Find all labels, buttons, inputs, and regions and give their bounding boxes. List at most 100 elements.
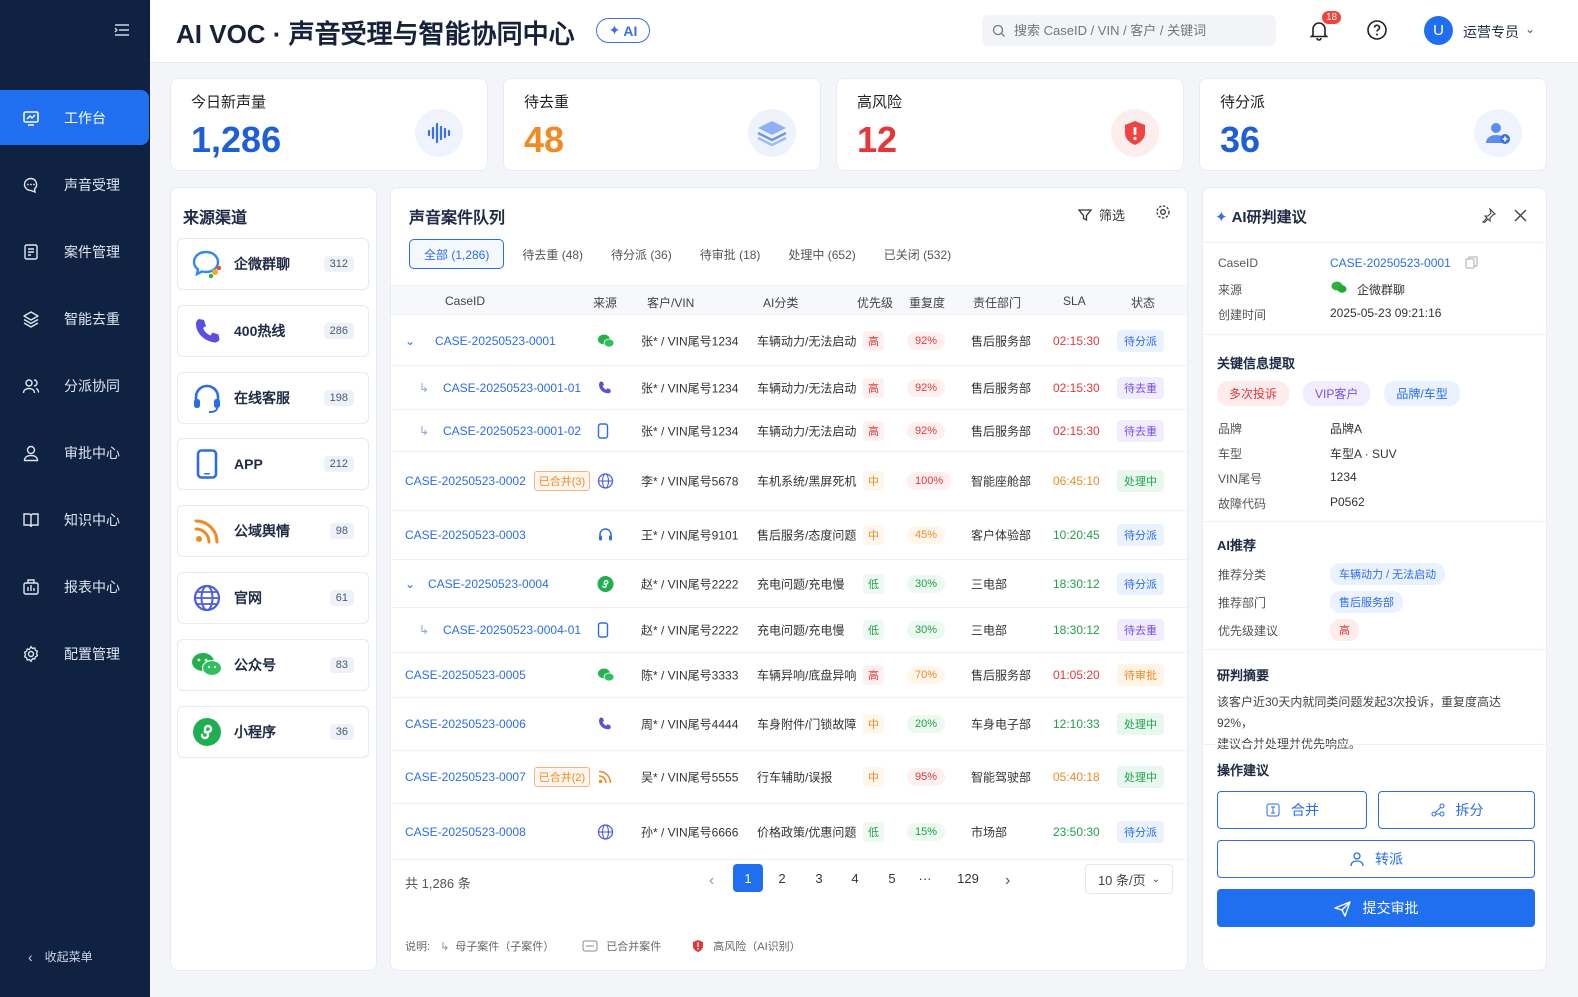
table-row[interactable]: CASE-20250523-0005 陈* / VIN尾号3333 车辆异响/底盘异… bbox=[391, 653, 1187, 698]
total-count: 共 1,286 条 bbox=[405, 876, 471, 891]
tab-3[interactable]: 待审批 (18) bbox=[686, 239, 775, 269]
stat-card[interactable]: 今日新声量 1,286 bbox=[170, 78, 488, 171]
help-icon[interactable] bbox=[1366, 19, 1388, 41]
channel-item[interactable]: APP 212 bbox=[177, 438, 369, 491]
case-id-link[interactable]: CASE-20250523-0007 bbox=[405, 770, 526, 784]
tab-5[interactable]: 已关闭 (532) bbox=[870, 239, 965, 269]
duplication-cell: 45% bbox=[907, 526, 946, 544]
page-1[interactable]: 2 bbox=[771, 864, 793, 892]
split-button[interactable]: 拆分 bbox=[1378, 791, 1535, 829]
table-row[interactable]: CASE-20250523-0006 周* / VIN尾号4444 车身附件/门锁故… bbox=[391, 698, 1187, 751]
channel-item[interactable]: 400热线 286 bbox=[177, 304, 369, 357]
status-badge: 待去重 bbox=[1117, 619, 1164, 641]
page-size-select[interactable]: 10 条/页 ⌄ bbox=[1085, 864, 1173, 894]
case-id-link[interactable]: CASE-20250523-0003 bbox=[405, 528, 526, 542]
table-row[interactable]: CASE-20250523-0007 已合并(2) 吴* / VIN尾号5555 行车… bbox=[391, 751, 1187, 804]
transfer-button[interactable]: 转派 bbox=[1217, 840, 1535, 878]
sidebar-item-0[interactable]: 工作台 bbox=[0, 90, 149, 145]
chevron-down-icon[interactable]: ⌄ bbox=[405, 334, 415, 348]
menu-toggle-icon[interactable] bbox=[112, 20, 132, 40]
collapse-menu-button[interactable]: ‹ 收起菜单 bbox=[28, 948, 93, 965]
table-row[interactable]: ↳ CASE-20250523-0001-01 张* / VIN尾号1234 车辆动力… bbox=[391, 366, 1187, 410]
tab-1[interactable]: 待去重 (48) bbox=[508, 239, 597, 269]
gear-icon[interactable] bbox=[1155, 204, 1171, 220]
duplication-cell: 92% bbox=[907, 378, 946, 397]
channel-item[interactable]: 小程序 36 bbox=[177, 705, 369, 758]
merge-button[interactable]: 合并 bbox=[1217, 791, 1367, 829]
sidebar-item-7[interactable]: 报表中心 bbox=[0, 559, 150, 614]
stat-card[interactable]: 待分派 36 bbox=[1199, 78, 1547, 171]
table-row[interactable]: ⌄ CASE-20250523-0001 张* / VIN尾号1234 车辆动力/无法… bbox=[391, 316, 1187, 366]
avatar[interactable]: U bbox=[1424, 16, 1453, 45]
status-badge: 处理中 bbox=[1117, 713, 1164, 735]
mobile-icon bbox=[597, 622, 609, 638]
filter-button[interactable]: 筛选 bbox=[1077, 205, 1125, 224]
case-id-link[interactable]: CASE-20250523-0008 bbox=[405, 825, 526, 839]
page-4[interactable]: 5 bbox=[881, 864, 903, 892]
case-id-link[interactable]: CASE-20250523-0006 bbox=[405, 717, 526, 731]
case-id-link[interactable]: CASE-20250523-0001 bbox=[435, 334, 556, 348]
sidebar-item-1[interactable]: 声音受理 bbox=[0, 157, 150, 212]
stat-card[interactable]: 待去重 48 bbox=[503, 78, 821, 171]
case-id-link[interactable]: CASE-20250523-0002 bbox=[405, 474, 526, 488]
sidebar-item-label: 分派协同 bbox=[64, 377, 120, 394]
sidebar-item-5[interactable]: 审批中心 bbox=[0, 425, 150, 480]
prev-page-icon[interactable]: ‹ bbox=[709, 872, 714, 890]
tab-2[interactable]: 待分派 (36) bbox=[597, 239, 686, 269]
recommend-value: 高 bbox=[1330, 619, 1359, 641]
wechat-icon bbox=[597, 668, 615, 683]
case-id-link[interactable]: CASE-20250523-0005 bbox=[405, 668, 526, 682]
chevron-down-icon[interactable]: ⌄ bbox=[1525, 22, 1535, 36]
sidebar-item-2[interactable]: 案件管理 bbox=[0, 224, 150, 279]
source-label: 来源 bbox=[1218, 283, 1243, 297]
user-name[interactable]: 运营专员 bbox=[1463, 22, 1519, 42]
case-id-link[interactable]: CASE-20250523-0004-01 bbox=[443, 623, 581, 637]
close-icon[interactable] bbox=[1514, 209, 1527, 222]
tab-0[interactable]: 全部 (1,286) bbox=[409, 239, 505, 269]
channel-item[interactable]: 公众号 83 bbox=[177, 638, 369, 691]
status-badge: 待去重 bbox=[1117, 376, 1164, 399]
table-row[interactable]: ↳ CASE-20250523-0004-01 赵* / VIN尾号2222 充电问题… bbox=[391, 608, 1187, 653]
channel-item[interactable]: 在线客服 198 bbox=[177, 371, 369, 424]
page-0[interactable]: 1 bbox=[733, 864, 763, 892]
submit-approval-button[interactable]: 提交审批 bbox=[1217, 889, 1535, 927]
copy-icon[interactable] bbox=[1465, 256, 1478, 269]
case-id-link[interactable]: CASE-20250523-0001-02 bbox=[443, 424, 581, 438]
case-id-link[interactable]: CASE-20250523-0001-01 bbox=[443, 381, 581, 395]
customer-vin: 赵* / VIN尾号2222 bbox=[641, 577, 739, 591]
search-box[interactable] bbox=[982, 15, 1276, 46]
sidebar-item-3[interactable]: 智能去重 bbox=[0, 291, 150, 346]
tab-4[interactable]: 处理中 (652) bbox=[774, 239, 869, 269]
caseid-label: CaseID bbox=[1218, 256, 1259, 270]
page-5[interactable]: ··· bbox=[914, 864, 936, 892]
stat-value: 12 bbox=[857, 119, 898, 160]
pin-icon[interactable] bbox=[1481, 208, 1496, 223]
table-row[interactable]: ↳ CASE-20250523-0001-02 张* / VIN尾号1234 车辆动力… bbox=[391, 410, 1187, 452]
recommend-value: 车辆动力 / 无法启动 bbox=[1330, 563, 1446, 585]
caseid-value[interactable]: CASE-20250523-0001 bbox=[1330, 256, 1451, 270]
case-id-link[interactable]: CASE-20250523-0004 bbox=[428, 577, 549, 591]
chevron-down-icon[interactable]: ⌄ bbox=[405, 577, 415, 591]
book-icon bbox=[22, 511, 52, 529]
page-6[interactable]: 129 bbox=[957, 864, 979, 892]
sidebar-item-8[interactable]: 配置管理 bbox=[0, 626, 150, 681]
table-row[interactable]: ⌄ CASE-20250523-0004 赵* / VIN尾号2222 充电问题/充电… bbox=[391, 560, 1187, 608]
channel-item[interactable]: 企微群聊 312 bbox=[177, 238, 369, 290]
status-badge: 待去重 bbox=[1117, 419, 1164, 442]
next-page-icon[interactable]: › bbox=[1005, 872, 1010, 890]
table-row[interactable]: CASE-20250523-0008 孙* / VIN尾号6666 价格政策/优惠问… bbox=[391, 804, 1187, 860]
channel-item[interactable]: 公域舆情 98 bbox=[177, 505, 369, 558]
sidebar-item-label: 案件管理 bbox=[64, 243, 120, 260]
priority-tag: 高 bbox=[863, 377, 884, 398]
sidebar-item-4[interactable]: 分派协同 bbox=[0, 358, 150, 413]
table-row[interactable]: CASE-20250523-0002 已合并(3) 李* / VIN尾号5678 车机… bbox=[391, 452, 1187, 511]
stat-card[interactable]: 高风险 12 bbox=[836, 78, 1184, 171]
search-input[interactable] bbox=[1014, 23, 1264, 38]
channel-item[interactable]: 官网 61 bbox=[177, 572, 369, 624]
sidebar-item-6[interactable]: 知识中心 bbox=[0, 492, 150, 547]
page-2[interactable]: 3 bbox=[808, 864, 830, 892]
page-3[interactable]: 4 bbox=[844, 864, 866, 892]
table-row[interactable]: CASE-20250523-0003 王* / VIN尾号9101 售后服务/态度问… bbox=[391, 511, 1187, 560]
wechat-icon bbox=[190, 648, 224, 682]
field-value: P0562 bbox=[1330, 495, 1365, 509]
